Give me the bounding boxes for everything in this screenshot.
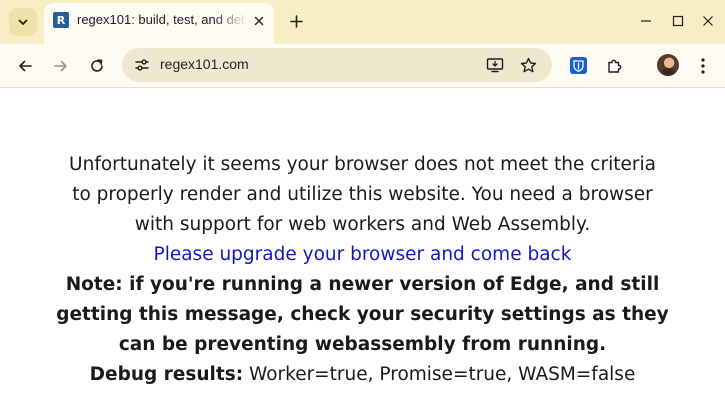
forward-button[interactable] bbox=[48, 53, 74, 79]
message-line-3: with support for web workers and Web Ass… bbox=[134, 214, 591, 235]
minimize-button[interactable] bbox=[634, 10, 658, 32]
close-icon bbox=[254, 16, 264, 26]
browser-toolbar: regex101.com bbox=[0, 44, 725, 88]
reload-icon bbox=[91, 59, 103, 72]
page-content: Unfortunately it seems your browser does… bbox=[0, 89, 725, 414]
bitwarden-icon bbox=[573, 59, 584, 72]
extensions-button[interactable] bbox=[601, 53, 627, 79]
kebab-menu-icon bbox=[701, 58, 705, 74]
regex101-favicon-icon: R bbox=[53, 12, 69, 28]
tab-close-button[interactable] bbox=[250, 12, 268, 30]
chevron-down-icon bbox=[18, 19, 28, 25]
forward-arrow-icon bbox=[54, 60, 67, 72]
close-window-button[interactable] bbox=[696, 10, 720, 32]
new-tab-button[interactable] bbox=[284, 9, 308, 33]
maximize-button[interactable] bbox=[666, 10, 690, 32]
avatar[interactable] bbox=[657, 54, 679, 76]
unsupported-browser-message: Unfortunately it seems your browser does… bbox=[0, 150, 725, 390]
address-bar[interactable]: regex101.com bbox=[122, 48, 552, 82]
message-line-1: Unfortunately it seems your browser does… bbox=[69, 154, 656, 175]
install-app-button[interactable] bbox=[485, 55, 505, 75]
debug-values: Worker=true, Promise=true, WASM=false bbox=[243, 364, 636, 385]
star-icon bbox=[520, 57, 536, 72]
note-line-1: Note: if you're running a newer version … bbox=[65, 274, 660, 295]
site-settings-icon bbox=[135, 59, 149, 71]
back-arrow-icon bbox=[19, 60, 32, 72]
puzzle-icon bbox=[607, 59, 621, 73]
tab-strip: R regex101: build, test, and debug regex bbox=[0, 0, 725, 44]
minimize-icon bbox=[641, 20, 651, 22]
reload-button[interactable] bbox=[84, 53, 110, 79]
upgrade-browser-link[interactable]: Please upgrade your browser and come bac… bbox=[154, 244, 572, 265]
bitwarden-extension-button[interactable] bbox=[570, 57, 587, 74]
note-line-3: can be preventing webassembly from runni… bbox=[118, 334, 607, 355]
note-line-2: getting this message, check your securit… bbox=[56, 304, 669, 325]
close-icon bbox=[703, 16, 713, 26]
active-tab[interactable]: R regex101: build, test, and debug regex bbox=[44, 3, 274, 44]
tab-title: regex101: build, test, and debug regex bbox=[77, 12, 247, 27]
message-line-2: to properly render and utilize this webs… bbox=[72, 184, 653, 205]
site-info-button[interactable] bbox=[132, 55, 152, 75]
tab-search-button[interactable] bbox=[9, 8, 37, 36]
bookmark-button[interactable] bbox=[518, 55, 538, 75]
url-text[interactable]: regex101.com bbox=[160, 56, 249, 74]
plus-icon bbox=[289, 14, 303, 28]
back-button[interactable] bbox=[12, 53, 38, 79]
maximize-icon bbox=[672, 15, 684, 27]
debug-results: Debug results: Worker=true, Promise=true… bbox=[0, 360, 725, 390]
install-app-icon bbox=[486, 58, 504, 73]
debug-label: Debug results: bbox=[89, 364, 244, 385]
browser-menu-button[interactable] bbox=[690, 53, 716, 79]
